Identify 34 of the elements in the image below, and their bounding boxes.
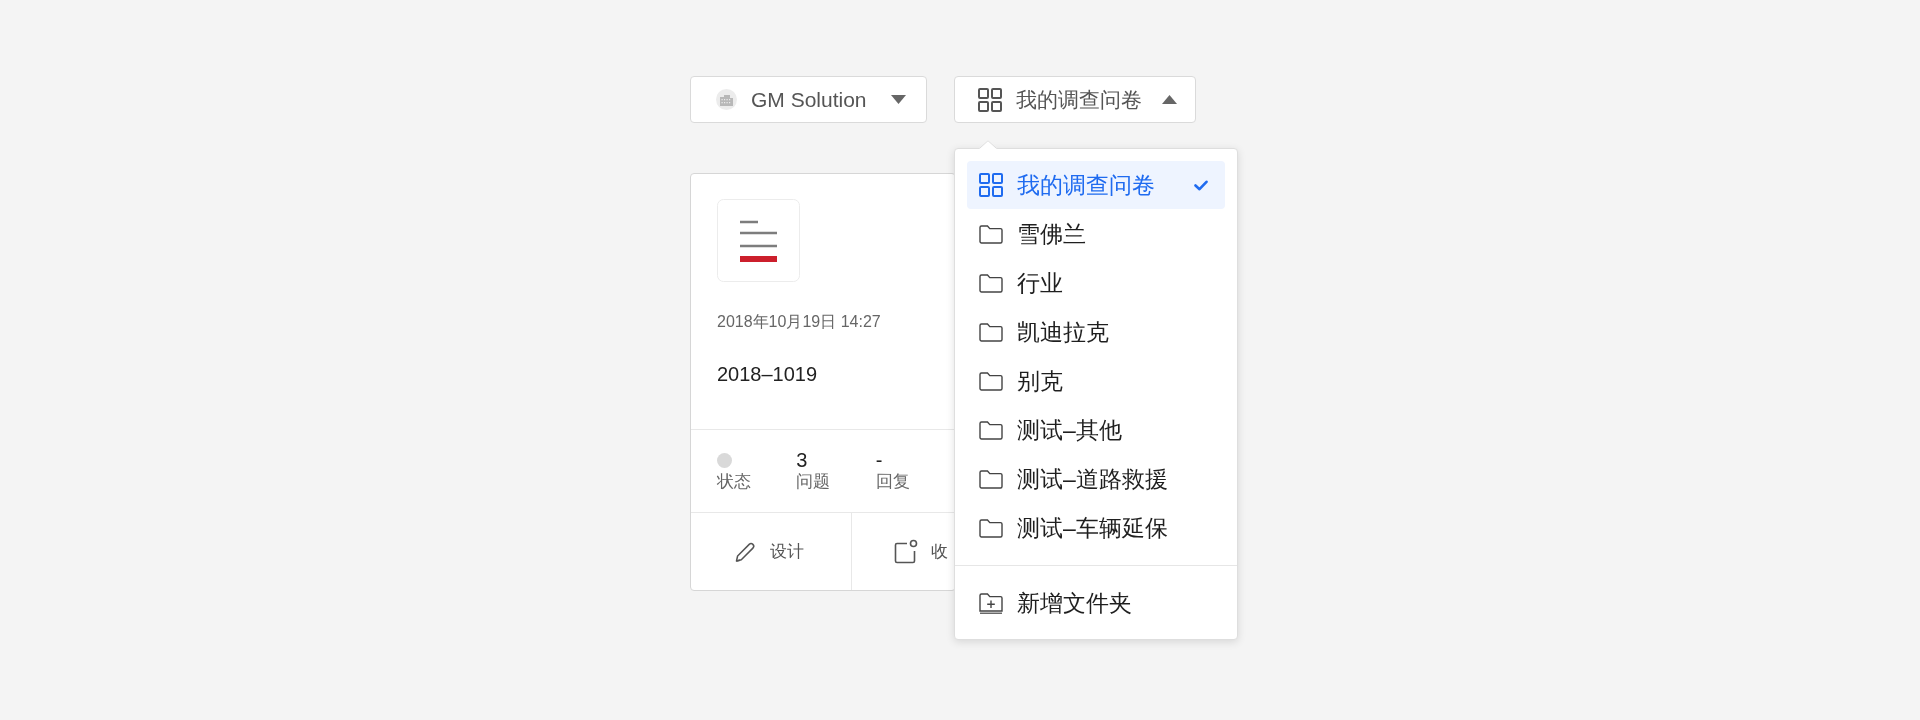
stat-label: 回复: [875, 471, 910, 493]
folder-icon: [979, 518, 1003, 538]
workspace-dropdown-button[interactable]: GM Solution: [690, 76, 927, 123]
folder-icon: [979, 371, 1003, 391]
grid-icon: [978, 87, 1002, 112]
menu-item[interactable]: 测试–车辆延保: [967, 504, 1225, 552]
new-folder-item[interactable]: 新增文件夹: [967, 579, 1225, 627]
folder-plus-icon: [979, 592, 1003, 614]
folder-icon: [979, 322, 1003, 342]
folder-icon: [979, 273, 1003, 293]
collect-button[interactable]: 收: [851, 513, 955, 590]
building-icon: [716, 89, 737, 110]
menu-item[interactable]: 行业: [967, 259, 1225, 307]
document-lines-icon: [717, 199, 800, 282]
collect-icon: [894, 539, 918, 564]
survey-title: 2018–1019: [717, 362, 819, 387]
folder-dropdown-button[interactable]: 我的调查问卷: [954, 76, 1196, 123]
design-button[interactable]: 设计: [691, 513, 851, 590]
stat-value: -: [875, 449, 883, 471]
menu-item[interactable]: 我的调查问卷: [967, 161, 1225, 209]
check-icon: [1194, 179, 1208, 191]
grid-icon: [979, 173, 1003, 197]
folder-icon: [979, 469, 1003, 489]
menu-item[interactable]: 别克: [967, 357, 1225, 405]
folder-icon: [979, 420, 1003, 440]
survey-date: 2018年10月19日 14:27: [717, 312, 882, 332]
menu-item[interactable]: 雪佛兰: [967, 210, 1225, 258]
menu-item[interactable]: 测试–道路救援: [967, 455, 1225, 503]
stat-label: 状态: [717, 471, 751, 493]
stat-value: 3: [796, 449, 808, 471]
menu-item[interactable]: 测试–其他: [967, 406, 1225, 454]
folder-icon: [979, 224, 1003, 244]
menu-item[interactable]: 凯迪拉克: [967, 308, 1225, 356]
stat-label: 问题: [796, 471, 831, 493]
